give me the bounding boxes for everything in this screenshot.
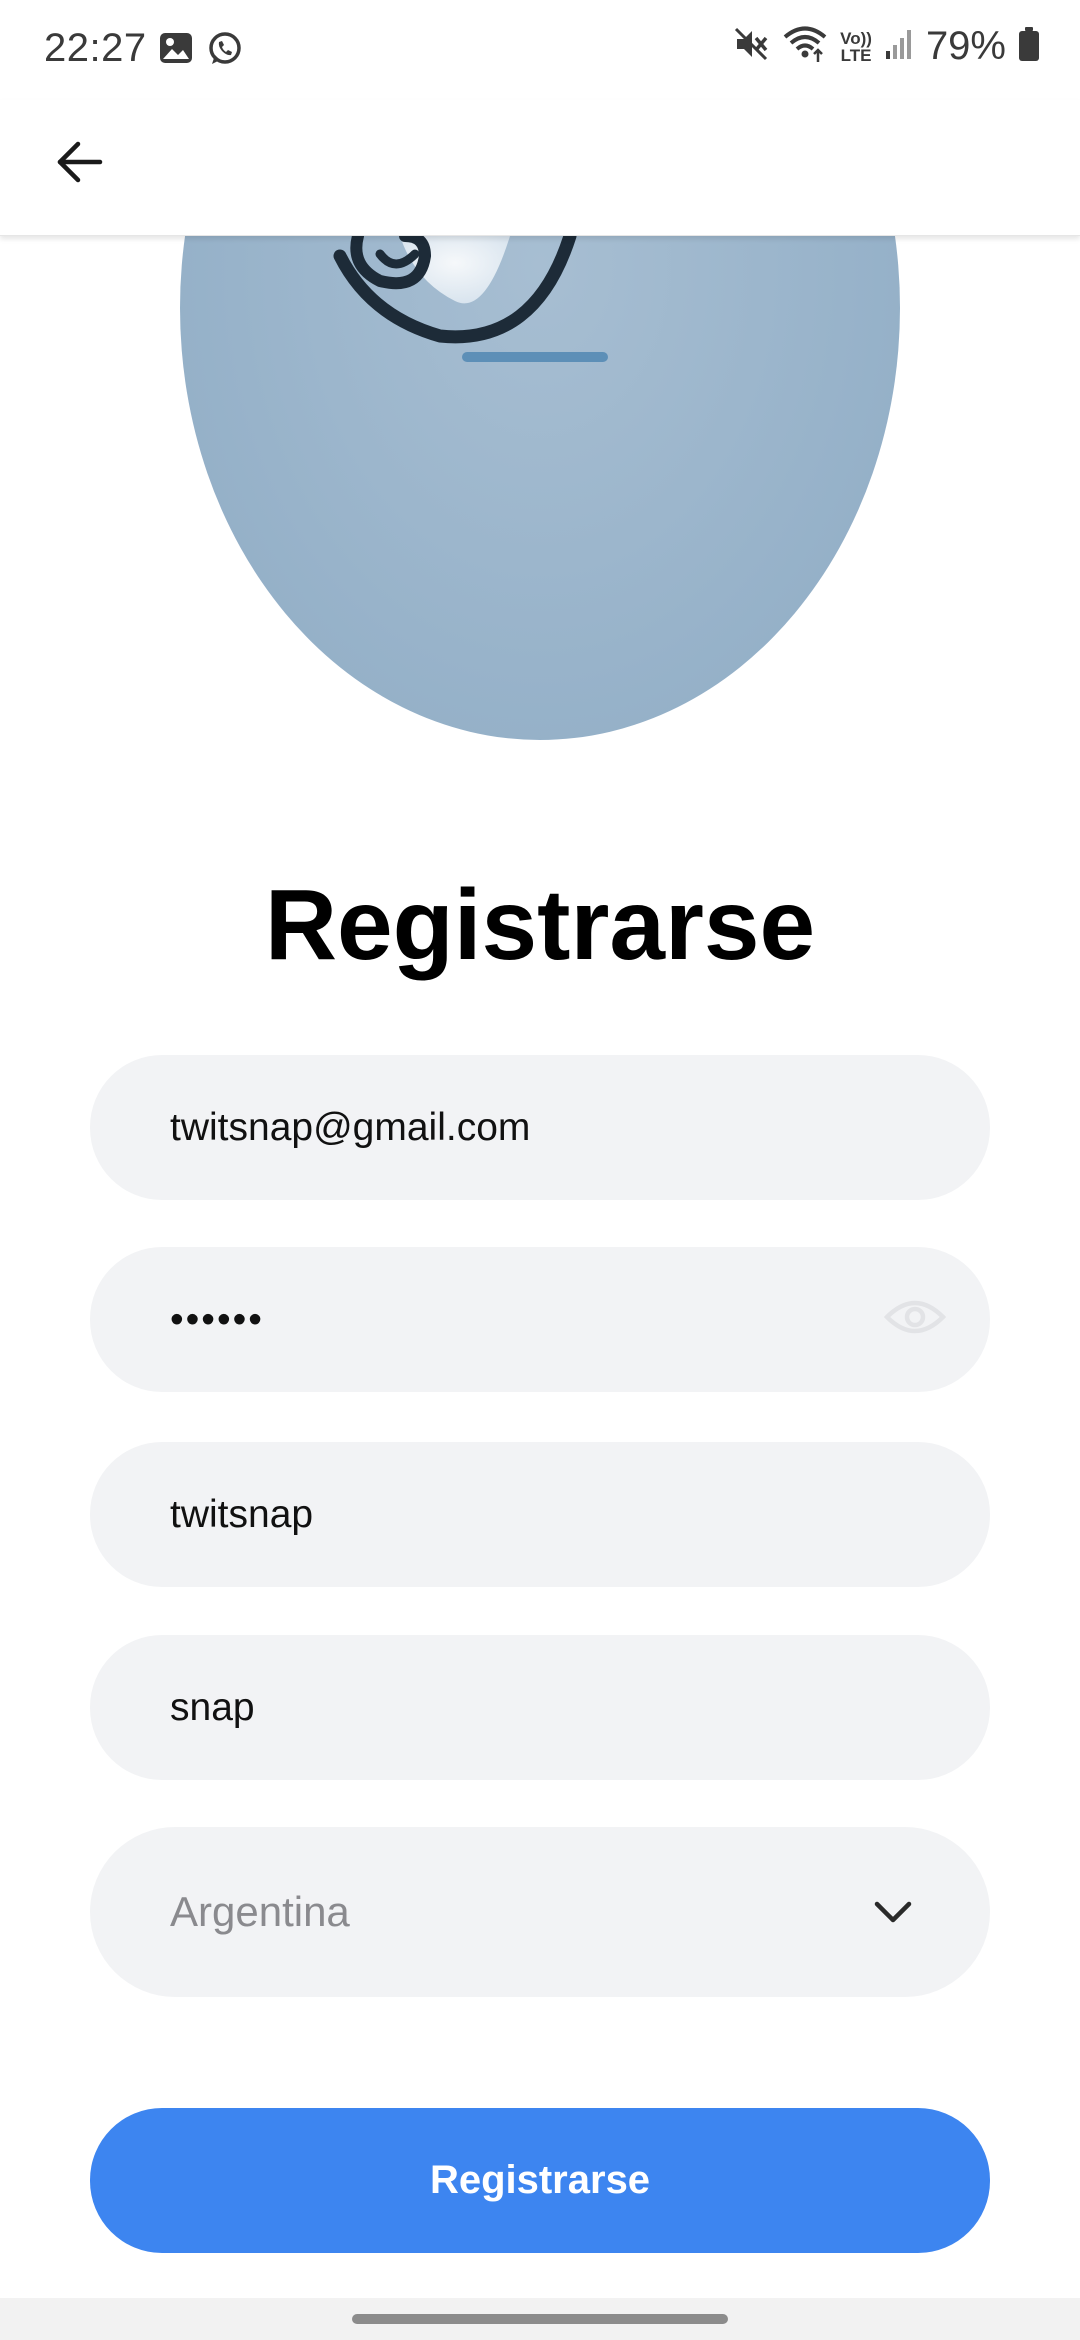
status-left-icons [158,30,244,73]
navigation-bar [0,2298,1080,2340]
mute-icon [732,25,770,68]
status-right: Vo)) LTE 79% [732,24,1040,69]
wifi-icon [782,24,828,69]
app-logo [180,236,900,740]
password-field[interactable]: •••••• [90,1247,990,1392]
email-value: twitsnap@gmail.com [170,1105,531,1149]
eye-icon [883,1295,947,1344]
page-title: Registrarse [264,869,816,981]
username-field[interactable]: twitsnap [90,1442,990,1587]
username-value: twitsnap [170,1492,314,1536]
arrow-left-icon [54,136,106,193]
back-button[interactable] [44,128,116,200]
bird-logo-icon [333,236,608,362]
name-field[interactable]: snap [90,1635,990,1780]
register-button[interactable]: Registrarse [90,2108,990,2253]
image-icon [158,30,194,73]
toggle-password-button[interactable] [880,1289,950,1349]
password-value: •••••• [170,1297,264,1341]
volte-top-label: Vo)) [840,28,872,48]
battery-icon [1018,26,1040,67]
app-bar [0,100,1080,236]
name-value: snap [170,1685,255,1729]
status-time: 22:27 [44,26,147,70]
battery-percent: 79% [925,24,1006,68]
status-bar: 22:27 Vo)) LTE 79% [0,0,1080,100]
home-indicator[interactable] [352,2314,728,2324]
volte-icon: Vo)) LTE [840,30,872,64]
whatsapp-icon [206,30,244,73]
chevron-down-icon [868,1887,918,1937]
country-select[interactable]: Argentina [90,1827,990,1997]
register-screen: 22:27 Vo)) LTE 79% Registrarse twitsnap@… [0,0,1080,2340]
country-value: Argentina [170,1888,350,1935]
email-field[interactable]: twitsnap@gmail.com [90,1055,990,1200]
volte-bottom-label: LTE [840,45,872,65]
signal-icon [884,27,914,66]
